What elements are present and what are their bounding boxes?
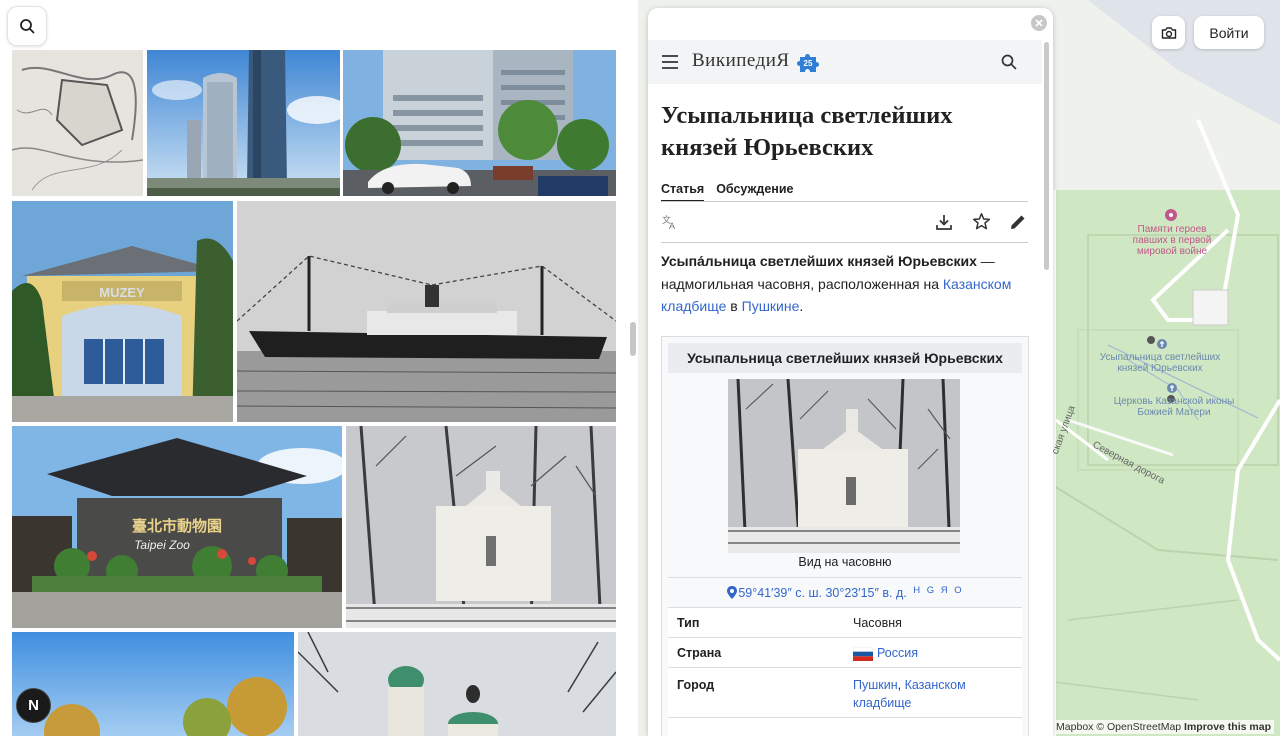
city-link-cemetery[interactable]: кладбище [853,696,911,710]
wiki-search-icon[interactable] [1001,54,1017,70]
poi-dot-icon [1147,336,1155,344]
city-link-kazansky[interactable]: Казанском [905,678,966,692]
infobox-row-country: Страна Россия [668,637,1022,668]
gallery-tile-taipei-zoo[interactable]: 臺北市動物園 Taipei Zoo [12,426,342,628]
taipei-zoo-sign-en: Taipei Zoo [134,538,190,552]
lead-paragraph: Усыпа́льница светлейших князей Юрьевских… [661,250,1028,318]
tab-talk[interactable]: Обсуждение [716,182,793,202]
gallery-tile-old-map[interactable] [12,50,143,196]
gallery-tile-skyscrapers[interactable] [147,50,340,196]
infobox: Усыпальница светлейших князей Юрьевских … [661,336,1029,736]
office-building-photo [343,50,616,196]
tabs-divider [661,201,1028,202]
church-poi-icon[interactable] [1166,382,1178,394]
church-poi-label[interactable]: Церковь Казанской иконы Божией Матери [1110,396,1238,418]
article-tabs: Статья Обсуждение [661,182,793,202]
location-pin-icon [727,586,738,599]
panel-scrollbar[interactable] [1044,42,1049,270]
download-icon[interactable] [935,213,953,231]
row-city-label: Город [677,678,715,692]
row-type-label: Тип [677,616,700,630]
gallery-tile-autumn[interactable] [12,632,294,736]
city-link-pushkin[interactable]: Пушкин [853,678,898,692]
infobox-coords-row: 59°41′39″ с. ш. 30°23′15″ в. д. H G Я O [668,577,1022,608]
search-button[interactable] [7,6,47,46]
russia-flag-icon [853,647,873,661]
coord-map-links[interactable]: H G Я O [913,585,963,596]
toolbar-divider [661,242,1028,243]
tab-article[interactable]: Статья [661,182,705,202]
taipei-zoo-sign: 臺北市動物園 [132,517,222,535]
infobox-row-type: Тип Часовня [668,607,1022,638]
infobox-row-next [668,717,1022,736]
n-badge-letter: N [28,697,39,714]
language-icon[interactable]: 文 A [661,213,679,231]
gallery-tile-office-building[interactable] [343,50,616,196]
svg-text:A: A [669,221,675,231]
memorial-poi-label[interactable]: Памяти героев павших в первой мировой во… [1126,224,1218,257]
photo-gallery: MUZEY 臺北市動物園 Taipei Zoo N [0,0,638,736]
login-button[interactable]: Войти [1194,16,1264,49]
star-icon[interactable] [972,212,991,231]
city-separator: , [897,678,905,692]
chapel-winter-photo [346,426,616,628]
chapel-poi-icon[interactable] [1156,338,1168,350]
wiki-header: ВикипедиЯ 25 [648,40,1042,84]
muzey-building-photo: MUZEY [12,201,233,422]
n-badge-button[interactable]: N [16,688,51,723]
map-attribution: © Mapbox © OpenStreetMap Improve this ma… [1042,720,1274,734]
close-panel-button[interactable] [1031,15,1047,31]
row-type-value: Часовня [853,616,902,630]
steamship-photo [237,201,616,422]
split-resize-handle[interactable] [630,322,636,356]
camera-icon [1161,26,1176,39]
camera-button[interactable] [1152,16,1185,49]
link-pushkin[interactable]: Пушкине [742,298,800,314]
gallery-tile-muzey[interactable]: MUZEY [12,201,233,422]
logo-badge-number: 25 [804,59,813,68]
infobox-title: Усыпальница светлейших князей Юрьевских [668,343,1022,373]
lead-text-2: в [726,298,742,314]
coordinates-link[interactable]: 59°41′39″ с. ш. 30°23′15″ в. д. [738,586,906,600]
church-domes-photo [298,632,616,736]
old-map-photo [12,50,143,196]
row-country-label: Страна [677,646,722,660]
gallery-tile-church[interactable] [298,632,616,736]
osm-attribution-link[interactable]: © OpenStreetMap [1096,721,1181,733]
lead-bold-name: Усыпа́льница светлейших князей Юрьевских [661,253,977,269]
gallery-tile-chapel[interactable] [346,426,616,628]
search-icon [20,19,35,34]
infobox-chapel-photo [728,378,960,554]
close-icon [1035,19,1043,27]
wikipedia-panel: ВикипедиЯ 25 Усыпальница светлейших княз… [648,8,1053,736]
autumn-trees-photo [12,632,294,736]
article-title: Усыпальница светлейших князей Юрьевских [661,102,953,161]
puzzle-logo-icon: 25 [797,54,819,72]
wiki-logo-text[interactable]: ВикипедиЯ [692,50,790,72]
skyscrapers-photo [147,50,340,196]
edit-icon[interactable] [1009,213,1027,231]
chapel-poi-label[interactable]: Усыпальница светлейших князей Юрьевских [1096,352,1224,374]
gallery-tile-steamship[interactable] [237,201,616,422]
infobox-image[interactable] [728,378,960,554]
lead-end: . [799,298,804,314]
infobox-caption: Вид на часовню [798,555,892,569]
muzey-sign: MUZEY [99,285,145,300]
improve-map-link[interactable]: Improve this map [1184,721,1271,733]
infobox-row-city: Город Пушкин, Казанском кладбище [668,667,1022,718]
memorial-poi-icon[interactable] [1164,208,1178,222]
menu-icon[interactable] [661,55,679,69]
country-link[interactable]: Россия [877,646,918,660]
taipei-zoo-photo: 臺北市動物園 Taipei Zoo [12,426,342,628]
